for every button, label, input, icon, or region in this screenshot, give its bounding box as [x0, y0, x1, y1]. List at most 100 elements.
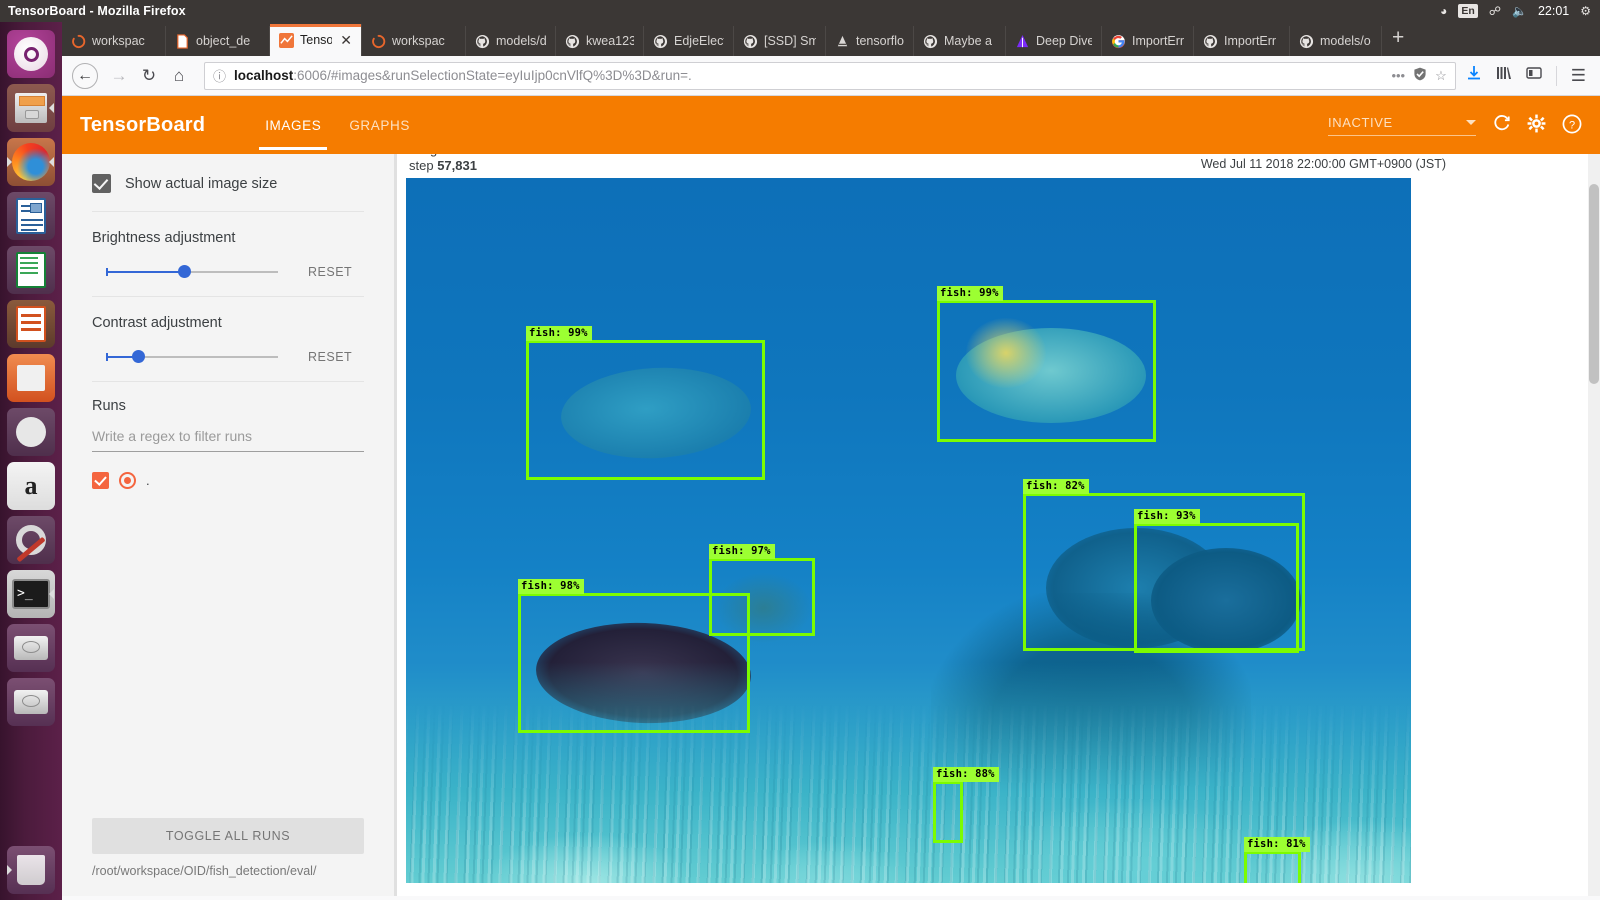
- launcher-item-help[interactable]: [7, 408, 55, 456]
- new-tab-button[interactable]: +: [1382, 27, 1414, 51]
- run-status-label: INACTIVE: [1328, 114, 1393, 130]
- show-actual-image-size-checkbox[interactable]: [92, 174, 111, 193]
- scrollbar-thumb[interactable]: [1589, 184, 1599, 384]
- browser-tab-label: workspac: [392, 34, 445, 48]
- toggle-all-runs-button[interactable]: TOGGLE ALL RUNS: [92, 818, 364, 854]
- browser-tab-11[interactable]: ImportErr: [1102, 26, 1194, 56]
- clock[interactable]: 22:01: [1538, 4, 1569, 18]
- back-button[interactable]: ←: [72, 62, 98, 89]
- browser-tab-13[interactable]: models/o: [1290, 26, 1382, 56]
- run-color-indicator[interactable]: [119, 472, 136, 489]
- launcher-item-disk-2[interactable]: [7, 678, 55, 726]
- hamburger-menu-icon[interactable]: ☰: [1555, 65, 1586, 86]
- launcher-item-firefox[interactable]: [7, 138, 55, 186]
- run-status-dropdown[interactable]: INACTIVE: [1328, 115, 1476, 136]
- browser-tab-2[interactable]: Tensor ✕: [270, 24, 362, 56]
- hard-disk-icon: [14, 636, 48, 660]
- impress-slide-icon: [16, 306, 46, 342]
- run-checkbox[interactable]: [92, 472, 109, 489]
- contrast-slider[interactable]: [106, 349, 278, 365]
- launcher-item-trash[interactable]: [7, 846, 55, 894]
- launcher-item-disk-1[interactable]: [7, 624, 55, 672]
- forward-button[interactable]: →: [104, 61, 134, 91]
- url-path: :6006/#images&runSelectionState=eyIuIjp0…: [293, 68, 692, 83]
- browser-tab-label: ImportErr: [1132, 34, 1184, 48]
- detection-box: fish: 81%: [1244, 837, 1310, 883]
- sidebar-icon[interactable]: [1526, 65, 1542, 86]
- detection-box: fish: 99%: [937, 286, 1156, 442]
- browser-tab-10[interactable]: Deep Dive: [1006, 26, 1102, 56]
- detection-box: fish: 99%: [526, 326, 765, 480]
- software-bag-icon: [17, 365, 45, 391]
- launcher-item-system-settings[interactable]: [7, 516, 55, 564]
- download-icon[interactable]: [1466, 65, 1482, 86]
- bluetooth-icon[interactable]: ☍: [1489, 5, 1501, 17]
- close-icon[interactable]: ✕: [340, 32, 352, 49]
- url-host: localhost: [234, 68, 294, 83]
- browser-tab-6[interactable]: EdjeElect: [644, 26, 734, 56]
- volume-icon[interactable]: 🔈: [1512, 5, 1527, 17]
- detection-label: fish: 99%: [526, 326, 592, 341]
- detection-label: fish: 88%: [933, 767, 999, 782]
- browser-tab-label: models/d: [496, 34, 546, 48]
- browser-tab-7[interactable]: [SSD] Sma: [734, 26, 826, 56]
- detection-label: fish: 98%: [518, 579, 584, 594]
- browser-tab-3[interactable]: workspac: [362, 26, 466, 56]
- trash-icon: [17, 855, 45, 885]
- launcher-item-files[interactable]: [7, 84, 55, 132]
- contrast-reset-button[interactable]: RESET: [308, 350, 352, 364]
- detection-box: fish: 98%: [518, 579, 750, 733]
- shield-icon[interactable]: [1413, 67, 1427, 84]
- launcher-item-amazon[interactable]: a: [7, 462, 55, 510]
- page-scrollbar[interactable]: [1588, 154, 1600, 896]
- keyboard-layout-indicator[interactable]: En: [1458, 3, 1478, 19]
- tab-graphs[interactable]: GRAPHS: [335, 100, 424, 150]
- browser-tab-8[interactable]: tensorflo: [826, 26, 914, 56]
- contrast-section: Contrast adjustment RESET: [92, 297, 364, 382]
- browser-tab-0[interactable]: workspac: [62, 26, 166, 56]
- detection-label: fish: 97%: [709, 544, 775, 559]
- github-icon: [1299, 34, 1314, 49]
- browser-tab-1[interactable]: object_de: [166, 26, 270, 56]
- detection-box: fish: 88%: [933, 767, 999, 843]
- tensorboard-brand: TensorBoard: [80, 113, 206, 136]
- image-card: image-0 step 57,831 Wed Jul 11 2018 22:0…: [406, 154, 1450, 883]
- browser-tab-4[interactable]: models/d: [466, 26, 556, 56]
- brightness-reset-button[interactable]: RESET: [308, 265, 352, 279]
- brightness-section: Brightness adjustment RESET: [92, 212, 364, 297]
- launcher-item-terminal[interactable]: >_: [7, 570, 55, 618]
- wifi-icon[interactable]: ◕: [1440, 5, 1447, 17]
- detection-image[interactable]: fish: 99% fish: 99% fish: 82% fish: 93% fish…: [406, 178, 1411, 883]
- brightness-label: Brightness adjustment: [92, 230, 236, 246]
- library-icon[interactable]: [1496, 65, 1512, 86]
- launcher-item-libreoffice-impress[interactable]: [7, 300, 55, 348]
- browser-tab-label: models/o: [1320, 34, 1371, 48]
- browser-tab-12[interactable]: ImportErr: [1194, 26, 1290, 56]
- power-icon[interactable]: ⚙: [1580, 5, 1591, 17]
- browser-tab-label: object_de: [196, 34, 251, 48]
- url-bar[interactable]: ⓘ localhost:6006/#images&runSelectionSta…: [204, 61, 1456, 90]
- launcher-item-libreoffice-writer[interactable]: [7, 192, 55, 240]
- show-actual-image-size-row[interactable]: Show actual image size: [92, 154, 364, 212]
- reload-button[interactable]: ↻: [134, 61, 164, 91]
- site-info-icon[interactable]: ⓘ: [213, 66, 226, 85]
- running-indicator: [49, 157, 54, 167]
- gear-icon[interactable]: [1527, 114, 1546, 136]
- reload-data-icon[interactable]: [1492, 114, 1511, 136]
- tab-images[interactable]: IMAGES: [251, 100, 335, 150]
- help-icon[interactable]: ?: [1562, 114, 1582, 137]
- bookmark-star-icon[interactable]: ☆: [1435, 68, 1447, 84]
- browser-tab-label: ImportErr: [1224, 34, 1277, 48]
- window-title: TensorBoard - Mozilla Firefox: [8, 4, 186, 18]
- launcher-item-ubuntu-dash[interactable]: [7, 30, 55, 78]
- launcher-item-software-center[interactable]: [7, 354, 55, 402]
- launcher-item-libreoffice-calc[interactable]: [7, 246, 55, 294]
- browser-tab-5[interactable]: kwea123/: [556, 26, 644, 56]
- browser-tab-label: [SSD] Sma: [764, 34, 816, 48]
- terminal-icon: >_: [12, 579, 50, 609]
- page-actions-icon[interactable]: •••: [1391, 68, 1405, 83]
- browser-tab-9[interactable]: Maybe a b: [914, 26, 1006, 56]
- home-button[interactable]: ⌂: [164, 61, 194, 91]
- brightness-slider[interactable]: [106, 264, 278, 280]
- runs-filter-input[interactable]: Write a regex to filter runs: [92, 428, 364, 452]
